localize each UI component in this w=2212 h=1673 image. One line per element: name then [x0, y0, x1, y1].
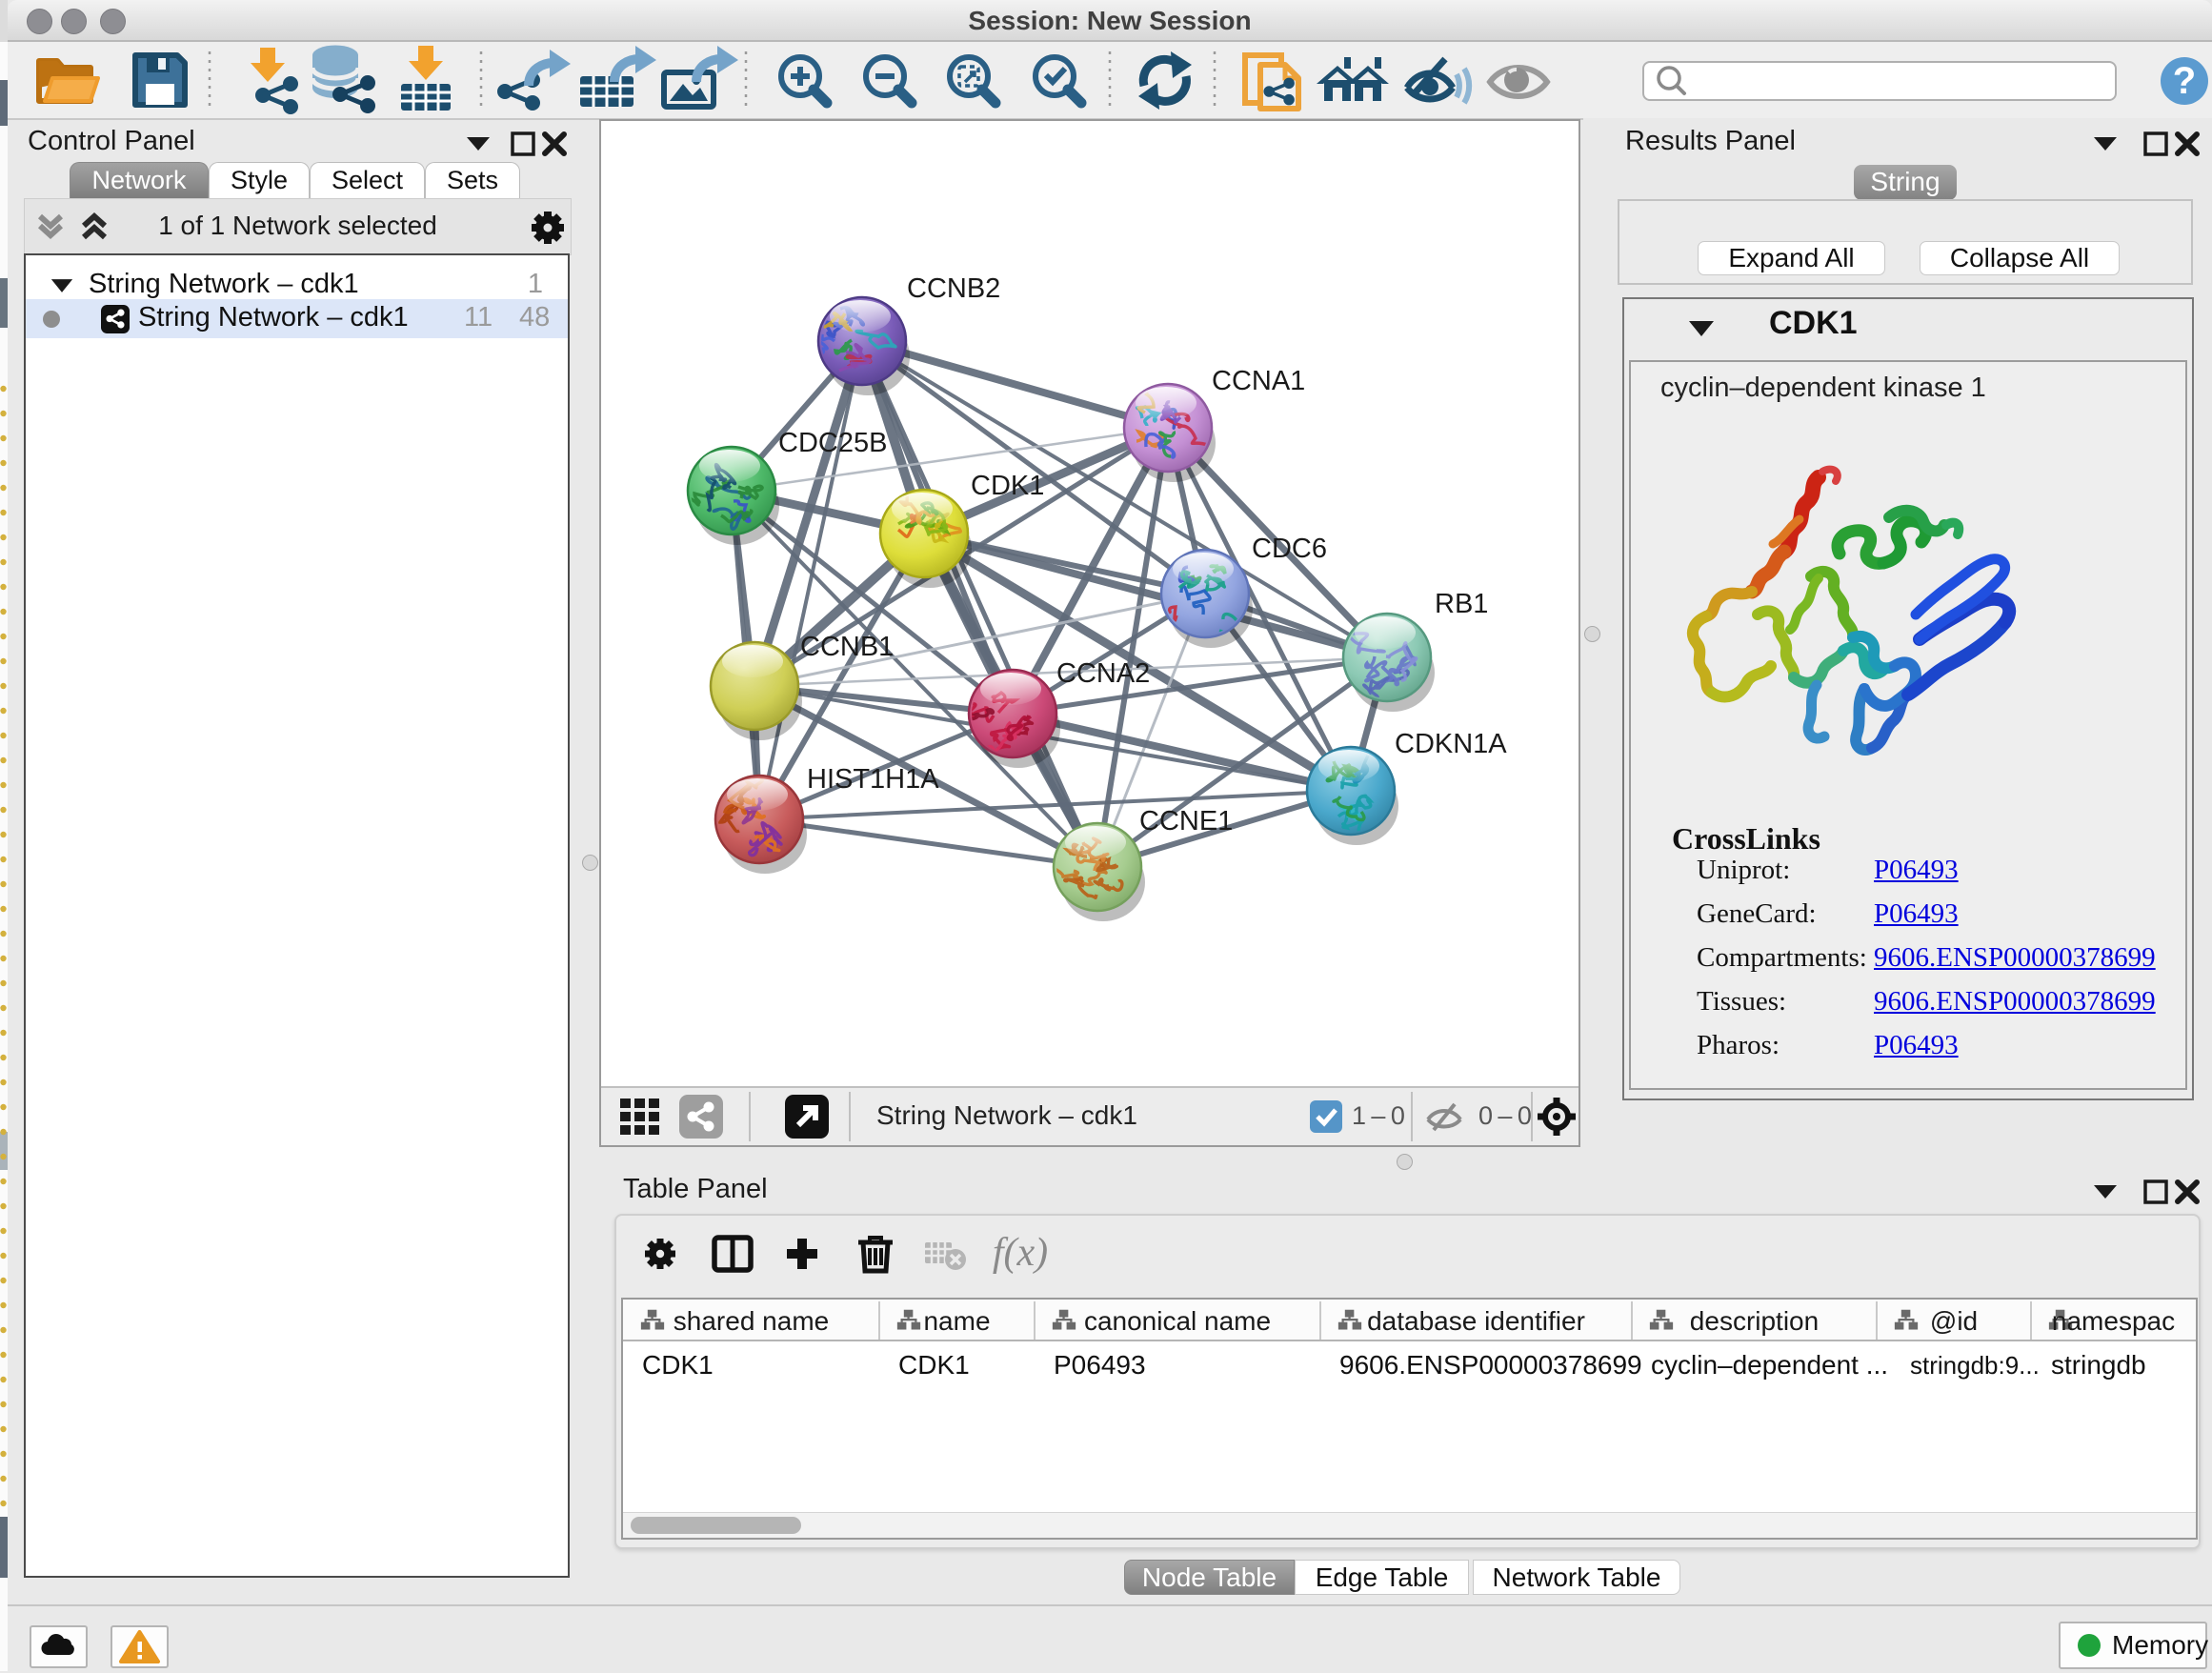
svg-text:CCNE1: CCNE1	[1139, 806, 1233, 836]
svg-text:CDC25B: CDC25B	[778, 428, 887, 458]
svg-text:RB1: RB1	[1435, 589, 1488, 619]
svg-text:CCNA1: CCNA1	[1212, 366, 1305, 396]
svg-text:CDK1: CDK1	[971, 471, 1044, 501]
svg-text:HIST1H1A: HIST1H1A	[807, 764, 939, 795]
svg-text:CCNB1: CCNB1	[800, 632, 894, 662]
svg-text:CDC6: CDC6	[1252, 534, 1327, 564]
svg-text:CCNA2: CCNA2	[1056, 658, 1150, 689]
svg-text:?: ?	[2173, 60, 2196, 102]
svg-text:CDKN1A: CDKN1A	[1395, 729, 1507, 759]
svg-text:CCNB2: CCNB2	[907, 273, 1000, 304]
svg-text:f(x): f(x)	[993, 1231, 1048, 1275]
